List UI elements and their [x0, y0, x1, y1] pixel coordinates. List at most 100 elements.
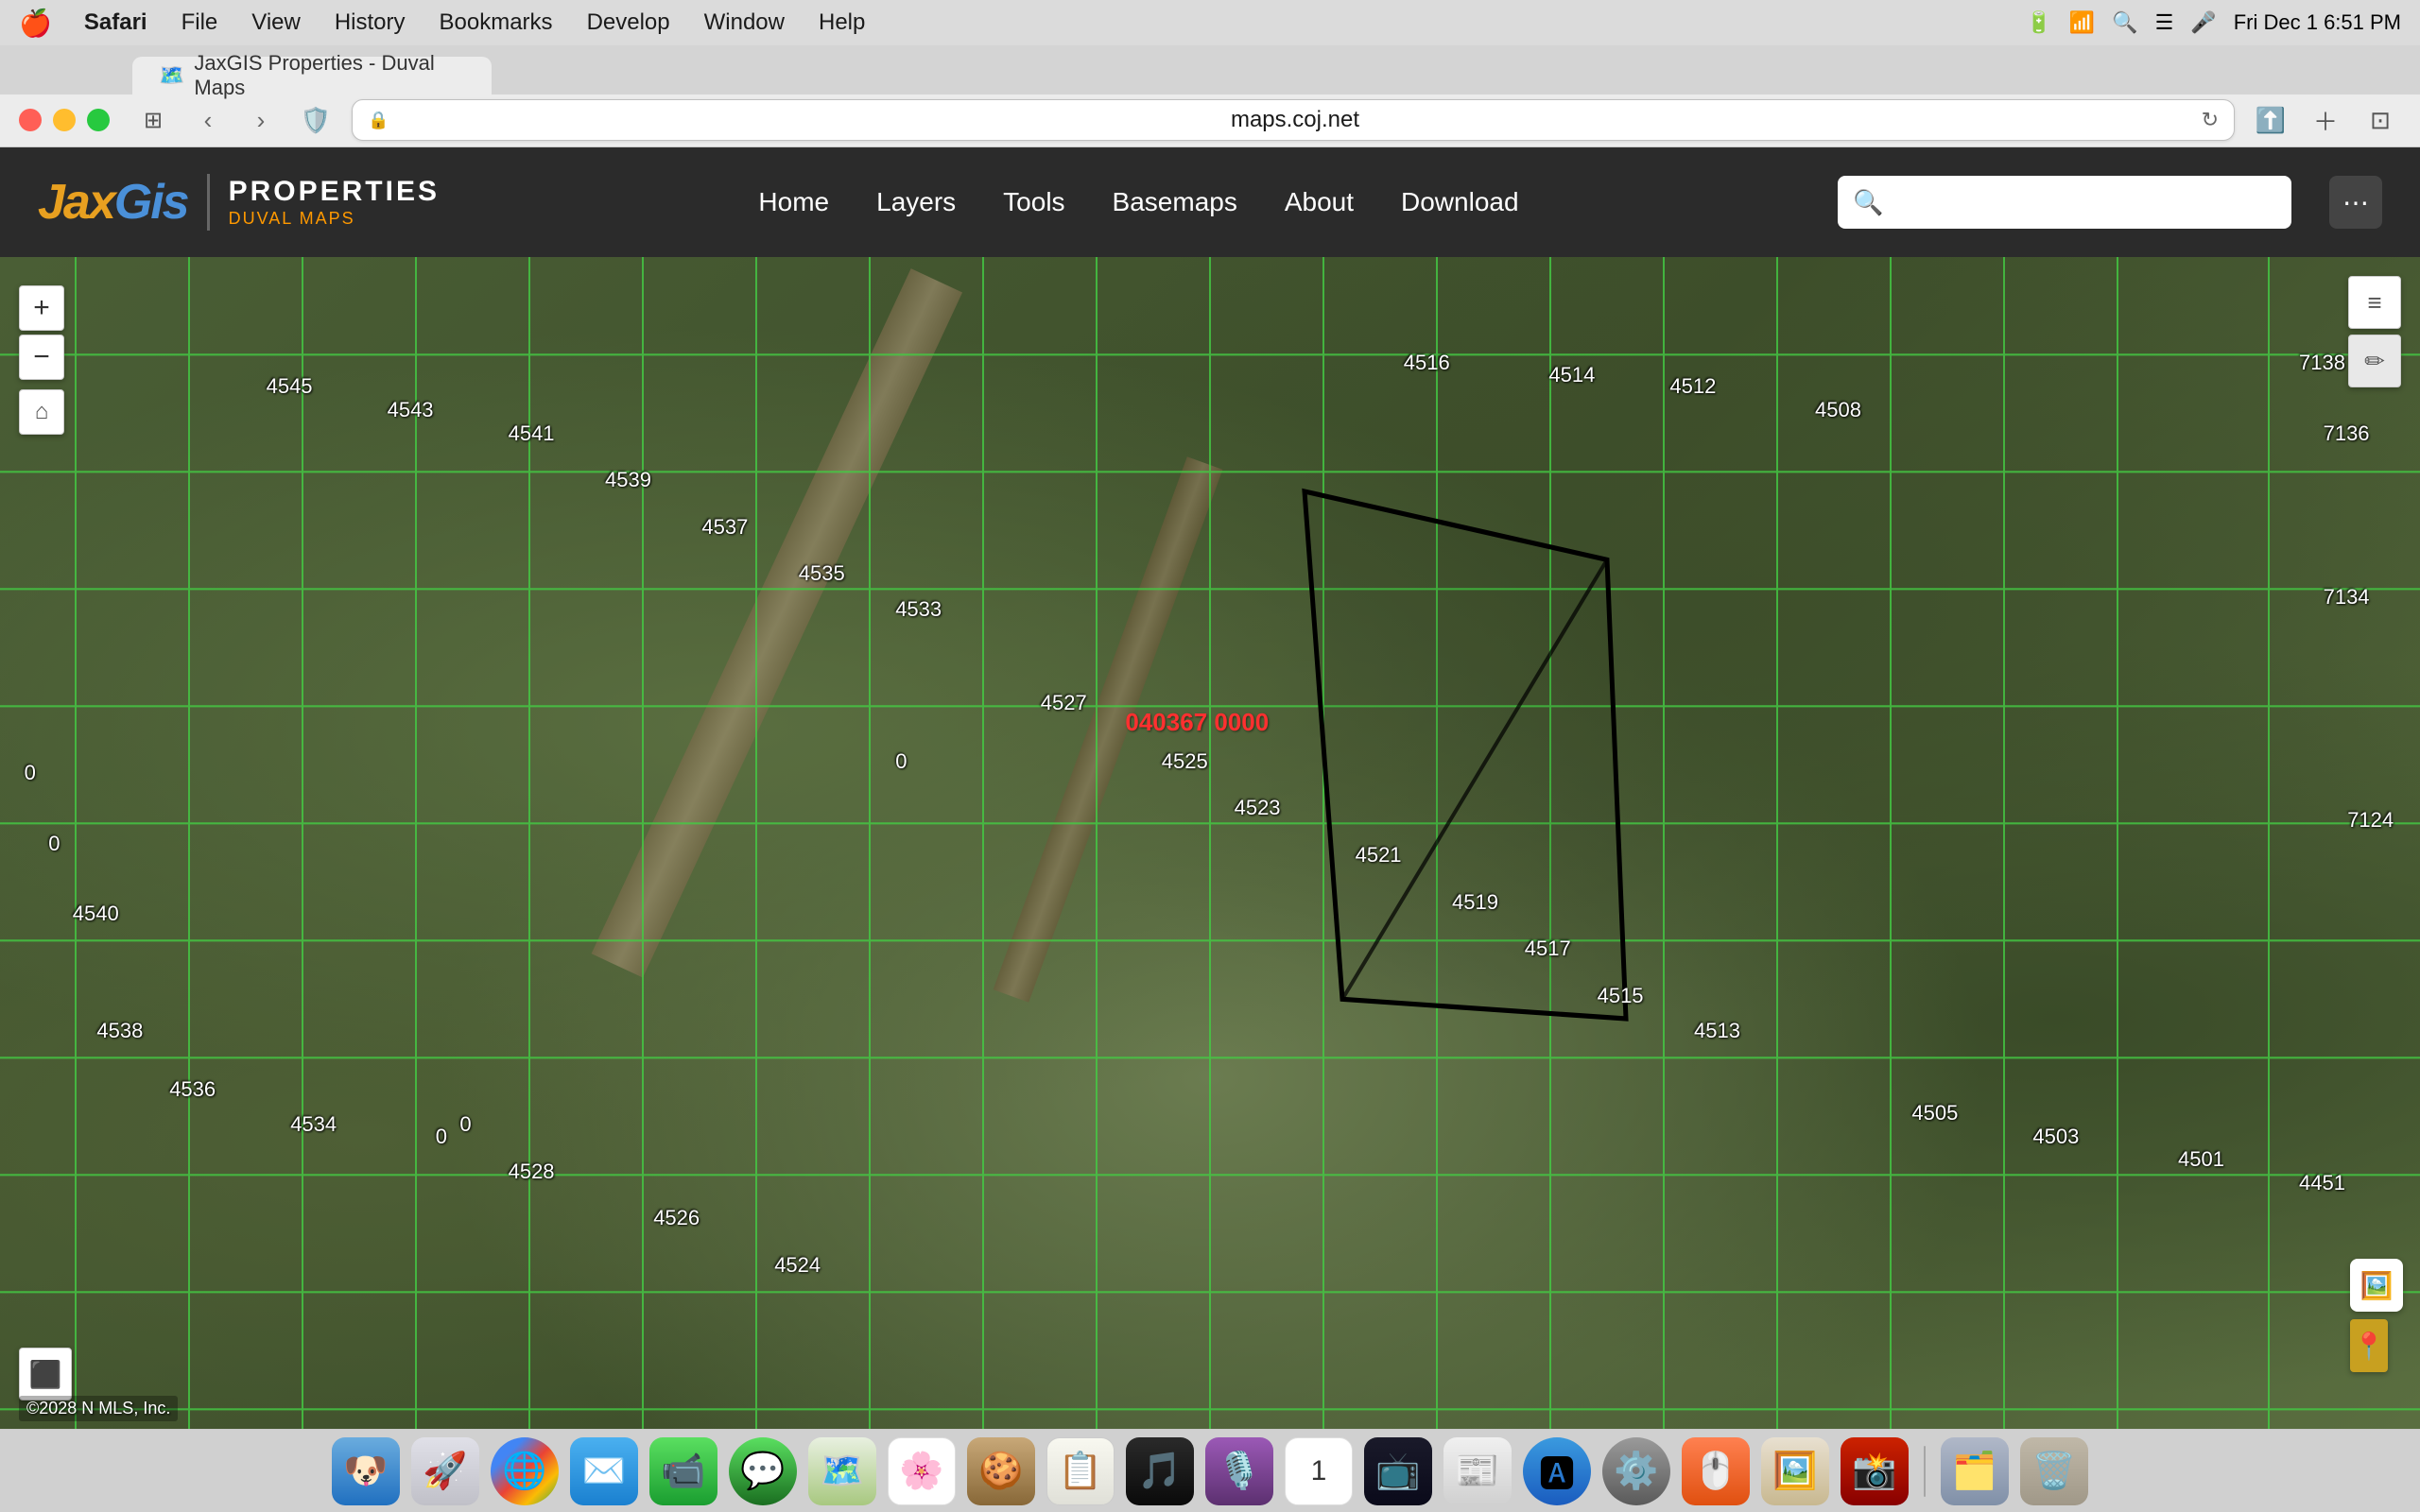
logo-properties-label: PROPERTIES: [229, 178, 440, 206]
dock-maps[interactable]: 🗺️: [808, 1437, 876, 1505]
dock-safari-cookies[interactable]: 🍪: [967, 1437, 1035, 1505]
tab-title: JaxGIS Properties - Duval Maps: [194, 51, 465, 100]
header-share-button[interactable]: ⋯: [2329, 176, 2382, 229]
menu-safari[interactable]: Safari: [78, 8, 153, 38]
nav-about[interactable]: About: [1285, 187, 1354, 217]
chrome-icon: 🌐: [502, 1451, 546, 1492]
control-center-icon[interactable]: ☰: [2155, 10, 2174, 35]
apple-menu[interactable]: 🍎: [19, 8, 52, 39]
close-button[interactable]: [19, 109, 42, 131]
menu-help[interactable]: Help: [813, 8, 871, 38]
dock-mail[interactable]: ✉️: [570, 1437, 638, 1505]
photo-thumbnail-button[interactable]: 🖼️: [2350, 1259, 2403, 1312]
privacy-shield-icon: 🛡️: [295, 99, 337, 141]
home-button[interactable]: ⌂: [19, 389, 64, 435]
dock-appletv[interactable]: 📺: [1364, 1437, 1432, 1505]
news-icon: 📰: [1455, 1451, 1499, 1492]
zoom-in-button[interactable]: +: [19, 285, 64, 331]
nav-basemaps[interactable]: Basemaps: [1113, 187, 1237, 217]
siri-icon[interactable]: 🎤: [2190, 10, 2216, 35]
dock-unknown2[interactable]: 🗑️: [2020, 1437, 2088, 1505]
header-search-container[interactable]: 🔍: [1838, 176, 2291, 229]
menubar-right: 🔋 📶 🔍 ☰ 🎤 Fri Dec 1 6:51 PM: [2026, 10, 2401, 35]
logo-jax-text: Jax: [38, 174, 114, 231]
dock-news[interactable]: 📰: [1443, 1437, 1512, 1505]
finder-icon: 🐶: [343, 1451, 388, 1492]
dock-finder[interactable]: 🐶: [332, 1437, 400, 1505]
wifi-icon: 📶: [2069, 10, 2095, 35]
dock-preview[interactable]: 🖼️: [1761, 1437, 1829, 1505]
photos-icon: 🌸: [899, 1451, 943, 1492]
menu-view[interactable]: View: [246, 8, 306, 38]
app-header: Jax Gis PROPERTIES DUVAL MAPS Home Layer…: [0, 147, 2420, 257]
nav-layers[interactable]: Layers: [876, 187, 956, 217]
cursorpro-icon: 🖱️: [1693, 1451, 1737, 1492]
share-button[interactable]: ⬆️: [2250, 99, 2291, 141]
unknown2-icon: 🗑️: [2031, 1451, 2076, 1492]
menu-window[interactable]: Window: [699, 8, 790, 38]
dock-chrome[interactable]: 🌐: [491, 1437, 559, 1505]
dock-reminders[interactable]: 📋: [1046, 1437, 1115, 1505]
macos-menubar: 🍎 Safari File View History Bookmarks Dev…: [0, 0, 2420, 45]
logo-gis-text: Gis: [114, 174, 188, 231]
menu-history[interactable]: History: [329, 8, 411, 38]
preview-icon: 🖼️: [1772, 1451, 1817, 1492]
messages-icon: 💬: [740, 1451, 785, 1492]
screenshot-button[interactable]: ⬛: [19, 1348, 72, 1400]
dock-facetime[interactable]: 📹: [649, 1437, 717, 1505]
reload-button[interactable]: ↻: [2202, 108, 2219, 132]
browser-tab-active[interactable]: 🗺️ JaxGIS Properties - Duval Maps: [132, 57, 492, 94]
nav-home[interactable]: Home: [758, 187, 829, 217]
tab-overview-button[interactable]: ⊡: [2360, 99, 2401, 141]
dock-messages[interactable]: 💬: [729, 1437, 797, 1505]
traffic-lights: [19, 109, 110, 131]
header-search-input[interactable]: [1893, 190, 2276, 215]
list-view-button[interactable]: ≡: [2348, 276, 2401, 329]
calendar-icon: 1: [1311, 1455, 1327, 1487]
edit-view-button[interactable]: ✏: [2348, 335, 2401, 387]
dock-photobooth[interactable]: 📸: [1841, 1437, 1909, 1505]
minimize-button[interactable]: [53, 109, 76, 131]
menu-file[interactable]: File: [176, 8, 224, 38]
browser-chrome: 🗺️ JaxGIS Properties - Duval Maps ⊞ ‹ › …: [0, 45, 2420, 147]
toolbar-actions: ⬆️ ＋ ⊡: [2250, 99, 2401, 141]
cookies-icon: 🍪: [978, 1451, 1023, 1492]
app-nav: Home Layers Tools Basemaps About Downloa…: [758, 187, 1518, 217]
browser-toolbar: ⊞ ‹ › 🛡️ 🔒 maps.coj.net ↻ ⬆️ ＋ ⊡: [0, 94, 2420, 146]
map-background: [0, 257, 2420, 1429]
battery-icon: 🔋: [2026, 10, 2051, 35]
menu-develop[interactable]: Develop: [581, 8, 676, 38]
dock-launchpad[interactable]: 🚀: [411, 1437, 479, 1505]
header-search-icon: 🔍: [1853, 188, 1883, 217]
app-logo: Jax Gis PROPERTIES DUVAL MAPS: [38, 174, 440, 231]
dock-appstore[interactable]: 🅰: [1523, 1437, 1591, 1505]
menu-bookmarks[interactable]: Bookmarks: [434, 8, 559, 38]
music-icon: 🎵: [1137, 1451, 1182, 1492]
dock-unknown1[interactable]: 🗂️: [1941, 1437, 2009, 1505]
forward-button[interactable]: ›: [242, 101, 280, 139]
map-copyright: ©2028 N MLS, Inc.: [19, 1396, 178, 1421]
macos-dock: 🐶 🚀 🌐 ✉️ 📹 💬 🗺️ 🌸 🍪 📋 🎵 🎙️ 1 📺 📰 🅰: [0, 1429, 2420, 1512]
new-tab-button[interactable]: ＋: [2305, 99, 2346, 141]
dock-photos[interactable]: 🌸: [888, 1437, 956, 1505]
podcasts-icon: 🎙️: [1217, 1451, 1261, 1492]
zoom-out-button[interactable]: −: [19, 335, 64, 380]
dock-sysprefs[interactable]: ⚙️: [1602, 1437, 1670, 1505]
dock-music[interactable]: 🎵: [1126, 1437, 1194, 1505]
dock-cursorpro[interactable]: 🖱️: [1682, 1437, 1750, 1505]
dock-calendar[interactable]: 1: [1285, 1437, 1353, 1505]
unknown1-icon: 🗂️: [1952, 1451, 1996, 1492]
address-bar[interactable]: 🔒 maps.coj.net ↻: [352, 99, 2235, 141]
nav-tools[interactable]: Tools: [1003, 187, 1064, 217]
map-container[interactable]: 4545 4543 4541 4539 4537 4535 4533 4527 …: [0, 257, 2420, 1429]
dock-podcasts[interactable]: 🎙️: [1205, 1437, 1273, 1505]
sidebar-toggle-button[interactable]: ⊞: [132, 99, 174, 141]
browser-tabs: 🗺️ JaxGIS Properties - Duval Maps: [0, 45, 2420, 94]
appletv-icon: 📺: [1375, 1451, 1420, 1492]
launchpad-icon: 🚀: [423, 1451, 467, 1492]
maximize-button[interactable]: [87, 109, 110, 131]
lock-icon: 🔒: [368, 111, 389, 130]
nav-download[interactable]: Download: [1401, 187, 1519, 217]
back-button[interactable]: ‹: [189, 101, 227, 139]
search-menubar-icon[interactable]: 🔍: [2112, 10, 2137, 35]
